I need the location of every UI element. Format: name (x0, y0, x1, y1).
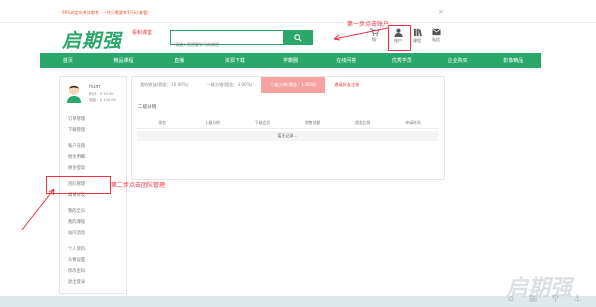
nav-item-students[interactable]: 优秀学员 (374, 57, 430, 64)
tab-level1-distribution[interactable]: 一级分销(佣金：3.00%) (198, 77, 262, 93)
search-icon (294, 33, 302, 42)
sidebar-item-messages[interactable]: 站内消息 (68, 230, 85, 236)
tab-my-earnings[interactable]: 我的收益(佣金：10.00%) (131, 77, 198, 93)
site-logo[interactable]: 启期强 (62, 26, 122, 53)
search-button[interactable] (283, 30, 313, 45)
sidebar-item-profile[interactable]: 个人资料 (68, 246, 85, 252)
tab-invite-friends[interactable]: 邀请好友注册 (325, 77, 368, 93)
sidebar-item-commission-detail[interactable]: 佣金明细 (68, 154, 85, 160)
sidebar-item-recharge[interactable]: 账户充值 (68, 143, 85, 149)
search-box (170, 30, 285, 50)
header-messages[interactable]: 私信 (428, 28, 444, 43)
username: hum (89, 84, 101, 90)
close-notice-icon[interactable]: × (438, 8, 444, 16)
distribution-tabs: 我的收益(佣金：10.00%) 一级分销(佣金：3.00%) 二级分销(佣金：1… (131, 77, 368, 93)
cart-icon (369, 28, 379, 36)
sidebar-item-password[interactable]: 修改密码 (68, 268, 85, 274)
column-header: 排名 (158, 120, 166, 125)
sidebar-item-withdraw[interactable]: 佣金提现 (68, 165, 85, 171)
nav-item-enterprise[interactable]: 企业购买 (430, 57, 486, 64)
nav-item-live[interactable]: 直播 (151, 57, 207, 64)
nav-item-courses[interactable]: 精品课程 (96, 57, 152, 64)
watermark-icons: ⌂ ▦ ⚲ ⚓ (508, 294, 588, 304)
section-title: 二级分销 (138, 105, 157, 110)
sidebar-item-downloads[interactable]: 下载管理 (68, 127, 85, 133)
top-notice-text[interactable]: 99%的定向考试都考…—件只需要考3万元(查看) (62, 10, 149, 16)
column-header: 申请时间 (405, 120, 421, 125)
sidebar-item-logout[interactable]: 退出登录 (68, 279, 85, 285)
header-courses[interactable]: 课程 (409, 28, 425, 44)
nav-item-downloads[interactable]: 资源下载 (207, 57, 263, 64)
header-cart-label: 购 (372, 37, 376, 42)
step1-annotation: 第一步点击账户 (347, 21, 390, 28)
step2-annotation: 第二步点击团队管理 (111, 182, 166, 189)
nav-item-qa[interactable]: 在线问答 (318, 57, 374, 64)
nav-item-circle[interactable]: 学霸圈 (263, 57, 319, 64)
header-cart[interactable]: 购 (366, 28, 382, 43)
avatar (65, 83, 83, 103)
sidebar-item-members[interactable]: 我的全员 (68, 208, 85, 214)
mail-icon (431, 28, 441, 36)
search-input[interactable] (171, 39, 284, 50)
column-header: 下级会员 (254, 120, 271, 125)
column-header: 上级分销 (204, 120, 220, 125)
commission-balance: 佣金：¥ 100.00 (89, 98, 116, 102)
column-header: 销售总额 (305, 120, 321, 125)
table-header: 排名 上级分销 下级会员 销售总额 佣金比例 申请时间 (137, 118, 438, 129)
tab-level2-distribution[interactable]: 二级分销(佣金：1.00%) (261, 77, 326, 93)
sidebar-item-orders[interactable]: 订单管理 (68, 116, 85, 122)
header-messages-label: 私信 (432, 37, 440, 42)
points-balance: 积分：¥ 10.00 (89, 92, 114, 96)
nav-item-home[interactable]: 首页 (40, 57, 96, 64)
header-courses-label: 课程 (413, 38, 421, 43)
account-highlight-box (388, 25, 411, 51)
team-highlight-box (46, 176, 111, 194)
site-logo-subtitle: 看积课堂 (132, 30, 153, 36)
sidebar-item-avatar[interactable]: 头像设置 (68, 257, 85, 263)
nav-item-media[interactable]: 影像精品 (485, 57, 541, 64)
main-nav: 首页 精品课程 直播 资源下载 学霸圈 在线问答 优秀学员 企业购买 影像精品 (40, 53, 541, 68)
empty-state-row: 暂无记录… (137, 131, 438, 141)
book-icon (413, 28, 422, 37)
sidebar-item-my-courses[interactable]: 我的课程 (68, 219, 85, 225)
column-header: 佣金比例 (355, 120, 371, 125)
